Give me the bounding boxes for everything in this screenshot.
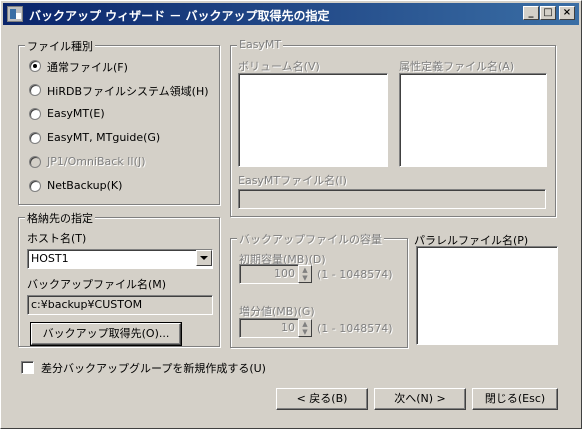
increment-value: 10	[281, 321, 295, 334]
backup-file-name-field[interactable]: c:¥backup¥CUSTOM	[27, 295, 213, 315]
dropdown-button[interactable]	[196, 250, 212, 266]
easymt-group: EasyMT ボリューム名(V) 属性定義ファイル名(A) EasyMTファイル…	[230, 38, 556, 217]
initial-capacity-value: 100	[274, 267, 295, 280]
radio-button[interactable]	[29, 108, 41, 120]
maximize-button[interactable]: □	[540, 6, 556, 20]
radio-button[interactable]	[29, 132, 41, 144]
attribute-file-list	[399, 73, 547, 167]
easymt-file-input	[238, 189, 546, 209]
next-button[interactable]: 次へ(N) >	[374, 388, 466, 410]
increment-stepper: ▲ ▼	[298, 319, 312, 337]
host-name-value: HOST1	[31, 252, 69, 265]
initial-capacity-range: (1 - 1048574)	[317, 268, 393, 281]
close-window-button[interactable]: ×	[559, 6, 575, 20]
capacity-group: バックアップファイルの容量 初期容量(MB)(D) 100 ▲ ▼ (1 - 1…	[230, 231, 408, 348]
easymt-legend: EasyMT	[237, 38, 284, 51]
volume-name-label: ボリューム名(V)	[238, 60, 320, 73]
app-icon	[7, 6, 23, 22]
close-button[interactable]: 閉じる(Esc)	[472, 388, 558, 410]
wizard-window: バックアップ ウィザード － バックアップ取得先の指定 _ □ × ファイル種別…	[0, 0, 582, 429]
volume-name-list	[238, 73, 388, 167]
capacity-legend: バックアップファイルの容量	[237, 231, 384, 247]
minimize-button[interactable]: _	[523, 6, 539, 20]
backup-file-name-label: バックアップファイル名(M)	[27, 278, 167, 291]
file-type-group: ファイル種別 通常ファイル(F) HiRDBファイルシステム領域(H) Easy…	[18, 38, 220, 205]
new-diff-group-checkbox[interactable]	[21, 361, 34, 374]
host-name-label: ホスト名(T)	[27, 232, 87, 245]
spin-up-icon: ▲	[302, 320, 308, 328]
spin-up-icon: ▲	[302, 266, 308, 274]
back-button[interactable]: < 戻る(B)	[276, 388, 368, 410]
window-title: バックアップ ウィザード － バックアップ取得先の指定	[29, 9, 330, 23]
spin-down-icon: ▼	[302, 274, 308, 282]
radio-label: 通常ファイル(F)	[47, 61, 128, 74]
radio-label: EasyMT(E)	[47, 107, 105, 120]
parallel-file-list[interactable]	[416, 246, 558, 345]
increment-input: 10	[239, 318, 299, 338]
radio-button[interactable]	[29, 60, 41, 72]
radio-button[interactable]	[29, 180, 41, 192]
new-diff-group-label: 差分バックアップグループを新規作成する(U)	[41, 362, 266, 375]
radio-label: JP1/OmniBack II(J)	[47, 155, 146, 168]
file-type-legend: ファイル種別	[25, 38, 95, 54]
chevron-down-icon	[200, 256, 208, 260]
easymt-file-label: EasyMTファイル名(I)	[238, 174, 347, 187]
initial-capacity-stepper: ▲ ▼	[298, 265, 312, 283]
radio-label: NetBackup(K)	[47, 179, 123, 192]
host-name-select[interactable]: HOST1	[27, 249, 213, 269]
increment-label: 増分値(MB)(G)	[239, 305, 315, 318]
radio-label: HiRDBファイルシステム領域(H)	[47, 85, 209, 98]
attribute-file-label: 属性定義ファイル名(A)	[399, 60, 515, 73]
backup-file-name-value: c:¥backup¥CUSTOM	[31, 298, 143, 311]
radio-label: EasyMT, MTguide(G)	[47, 131, 161, 144]
spin-down-icon: ▼	[302, 328, 308, 336]
storage-group: 格納先の指定 ホスト名(T) HOST1 バックアップファイル名(M) c:¥b…	[18, 210, 220, 347]
radio-button[interactable]	[29, 84, 41, 96]
radio-button	[29, 156, 41, 168]
increment-range: (1 - 1048574)	[317, 322, 393, 335]
title-bar: バックアップ ウィザード － バックアップ取得先の指定 _ □ ×	[3, 3, 579, 25]
backup-destination-button[interactable]: バックアップ取得先(O)...	[30, 322, 182, 346]
storage-legend: 格納先の指定	[25, 210, 95, 226]
initial-capacity-input: 100	[239, 264, 299, 284]
